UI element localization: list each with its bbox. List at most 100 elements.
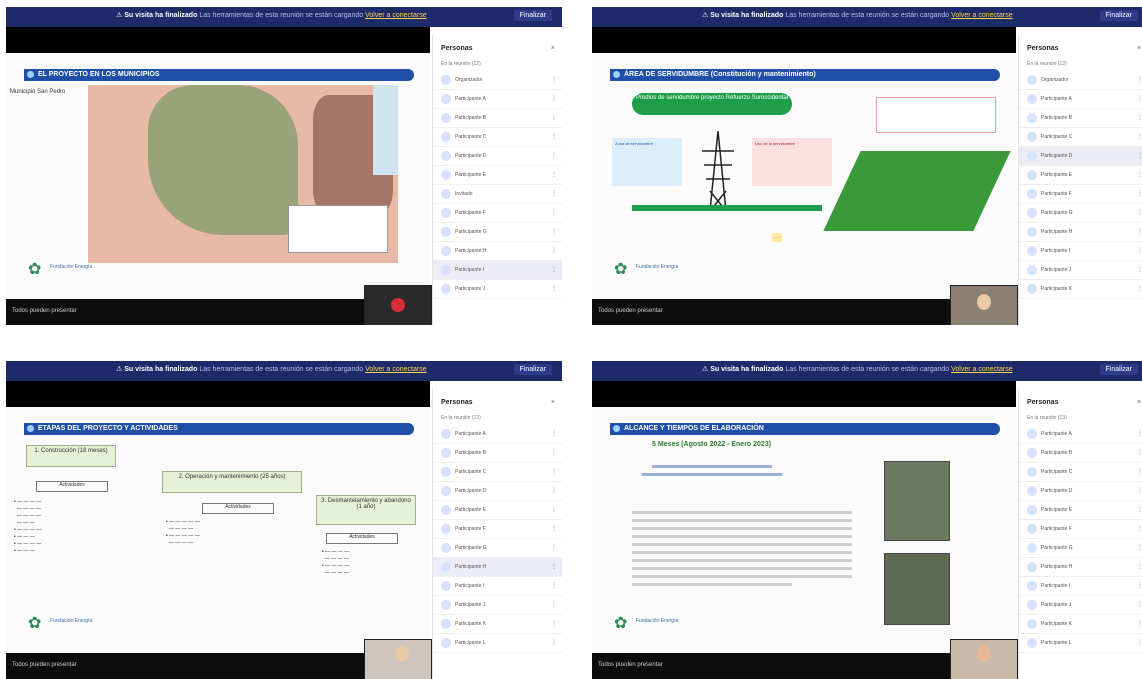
participant-item[interactable]: Participante G ⋮ (433, 539, 562, 558)
more-options-icon[interactable]: ⋮ (551, 468, 557, 475)
more-options-icon[interactable]: ⋮ (551, 601, 557, 608)
participant-item[interactable]: Participante H ⋮ (433, 242, 562, 261)
more-options-icon[interactable]: ⋮ (1137, 563, 1142, 570)
participant-item[interactable]: Participante I ⋮ (433, 261, 562, 280)
participant-item[interactable]: Participante J ⋮ (433, 280, 562, 299)
more-options-icon[interactable]: ⋮ (551, 620, 557, 627)
participant-item[interactable]: Participante H ⋮ (1019, 558, 1142, 577)
participant-item[interactable]: Participante D ⋮ (433, 482, 562, 501)
participant-item[interactable]: Participante D ⋮ (433, 147, 562, 166)
more-options-icon[interactable]: ⋮ (1137, 430, 1142, 437)
more-options-icon[interactable]: ⋮ (551, 228, 557, 235)
participant-item[interactable]: Organizador ⋮ (433, 71, 562, 90)
participant-item[interactable]: Participante I ⋮ (1019, 242, 1142, 261)
finish-button[interactable]: Finalizar (1099, 10, 1138, 21)
participant-item[interactable]: Participante C ⋮ (433, 128, 562, 147)
more-options-icon[interactable]: ⋮ (1137, 228, 1142, 235)
more-options-icon[interactable]: ⋮ (551, 171, 557, 178)
participant-item[interactable]: Participante E ⋮ (433, 501, 562, 520)
more-options-icon[interactable]: ⋮ (1137, 285, 1142, 292)
participant-item[interactable]: Participante D ⋮ (1019, 147, 1142, 166)
participant-item[interactable]: Participante B ⋮ (433, 444, 562, 463)
more-options-icon[interactable]: ⋮ (551, 190, 557, 197)
panel-close-icon[interactable]: × (551, 399, 555, 406)
more-options-icon[interactable]: ⋮ (551, 544, 557, 551)
participant-item[interactable]: Participante G ⋮ (1019, 204, 1142, 223)
finish-button[interactable]: Finalizar (513, 10, 552, 21)
more-options-icon[interactable]: ⋮ (551, 285, 557, 292)
more-options-icon[interactable]: ⋮ (1137, 152, 1142, 159)
participant-item[interactable]: Participante C ⋮ (1019, 128, 1142, 147)
more-options-icon[interactable]: ⋮ (551, 563, 557, 570)
more-options-icon[interactable]: ⋮ (1137, 247, 1142, 254)
participant-item[interactable]: Participante F ⋮ (1019, 185, 1142, 204)
more-options-icon[interactable]: ⋮ (551, 506, 557, 513)
participant-item[interactable]: Organizador ⋮ (1019, 71, 1142, 90)
reconnect-link[interactable]: Volver a conectarse (365, 366, 426, 373)
more-options-icon[interactable]: ⋮ (1137, 487, 1142, 494)
finish-button[interactable]: Finalizar (513, 364, 552, 375)
more-options-icon[interactable]: ⋮ (551, 133, 557, 140)
participant-item[interactable]: Participante J ⋮ (1019, 596, 1142, 615)
more-options-icon[interactable]: ⋮ (551, 247, 557, 254)
more-options-icon[interactable]: ⋮ (551, 487, 557, 494)
participant-item[interactable]: Participante E ⋮ (1019, 501, 1142, 520)
participant-item[interactable]: Participante K ⋮ (433, 615, 562, 634)
more-options-icon[interactable]: ⋮ (551, 430, 557, 437)
more-options-icon[interactable]: ⋮ (1137, 449, 1142, 456)
participant-item[interactable]: Participante F ⋮ (1019, 520, 1142, 539)
more-options-icon[interactable]: ⋮ (1137, 506, 1142, 513)
participant-item[interactable]: Participante C ⋮ (1019, 463, 1142, 482)
more-options-icon[interactable]: ⋮ (1137, 133, 1142, 140)
more-options-icon[interactable]: ⋮ (1137, 468, 1142, 475)
more-options-icon[interactable]: ⋮ (1137, 601, 1142, 608)
participant-item[interactable]: Participante K ⋮ (1019, 280, 1142, 299)
panel-close-icon[interactable]: × (551, 45, 555, 52)
participant-item[interactable]: Participante B ⋮ (1019, 109, 1142, 128)
participant-item[interactable]: Participante A ⋮ (433, 425, 562, 444)
more-options-icon[interactable]: ⋮ (551, 639, 557, 646)
participant-item[interactable]: Participante B ⋮ (433, 109, 562, 128)
participant-item[interactable]: Participante J ⋮ (433, 596, 562, 615)
more-options-icon[interactable]: ⋮ (1137, 544, 1142, 551)
participant-item[interactable]: Participante K ⋮ (1019, 615, 1142, 634)
participant-item[interactable]: Participante A ⋮ (433, 90, 562, 109)
participant-item[interactable]: Participante L ⋮ (433, 634, 562, 653)
more-options-icon[interactable]: ⋮ (551, 76, 557, 83)
more-options-icon[interactable]: ⋮ (1137, 190, 1142, 197)
participant-item[interactable]: Participante I ⋮ (1019, 577, 1142, 596)
participant-item[interactable]: Participante E ⋮ (1019, 166, 1142, 185)
participant-item[interactable]: Participante F ⋮ (433, 204, 562, 223)
participant-item[interactable]: Participante F ⋮ (433, 520, 562, 539)
more-options-icon[interactable]: ⋮ (551, 114, 557, 121)
more-options-icon[interactable]: ⋮ (1137, 114, 1142, 121)
reconnect-link[interactable]: Volver a conectarse (365, 12, 426, 19)
panel-close-icon[interactable]: × (1137, 399, 1141, 406)
participant-item[interactable]: Participante I ⋮ (433, 577, 562, 596)
more-options-icon[interactable]: ⋮ (1137, 266, 1142, 273)
more-options-icon[interactable]: ⋮ (551, 152, 557, 159)
panel-close-icon[interactable]: × (1137, 45, 1141, 52)
participant-item[interactable]: Participante D ⋮ (1019, 482, 1142, 501)
participant-item[interactable]: Participante C ⋮ (433, 463, 562, 482)
more-options-icon[interactable]: ⋮ (1137, 582, 1142, 589)
reconnect-link[interactable]: Volver a conectarse (951, 12, 1012, 19)
more-options-icon[interactable]: ⋮ (1137, 525, 1142, 532)
more-options-icon[interactable]: ⋮ (1137, 171, 1142, 178)
participant-item[interactable]: Participante G ⋮ (1019, 539, 1142, 558)
participant-item[interactable]: Participante H ⋮ (1019, 223, 1142, 242)
more-options-icon[interactable]: ⋮ (551, 95, 557, 102)
more-options-icon[interactable]: ⋮ (551, 266, 557, 273)
participant-item[interactable]: Participante L ⋮ (1019, 634, 1142, 653)
participant-item[interactable]: Participante G ⋮ (433, 223, 562, 242)
more-options-icon[interactable]: ⋮ (1137, 95, 1142, 102)
participant-item[interactable]: Participante A ⋮ (1019, 425, 1142, 444)
participant-item[interactable]: Participante B ⋮ (1019, 444, 1142, 463)
more-options-icon[interactable]: ⋮ (1137, 639, 1142, 646)
more-options-icon[interactable]: ⋮ (1137, 620, 1142, 627)
more-options-icon[interactable]: ⋮ (551, 582, 557, 589)
more-options-icon[interactable]: ⋮ (1137, 209, 1142, 216)
participant-item[interactable]: Participante E ⋮ (433, 166, 562, 185)
reconnect-link[interactable]: Volver a conectarse (951, 366, 1012, 373)
participant-item[interactable]: Participante J ⋮ (1019, 261, 1142, 280)
